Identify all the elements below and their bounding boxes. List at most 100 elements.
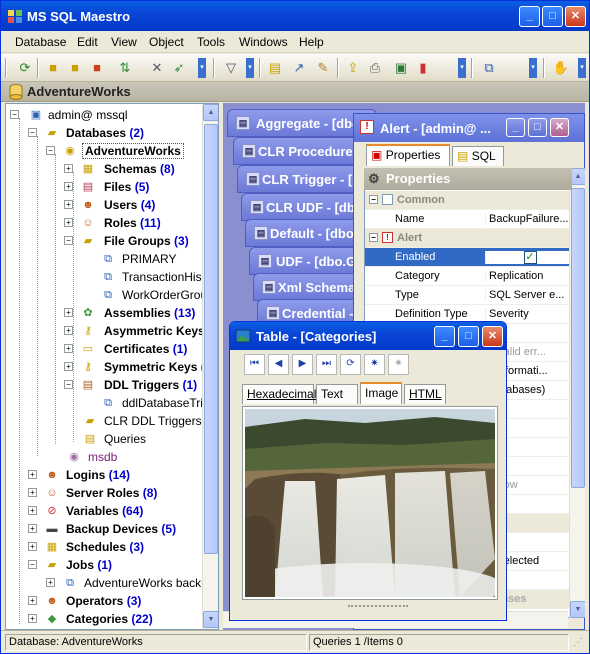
tree-item-backup-devices[interactable]: + ▬ Backup Devices (5): [28, 520, 214, 538]
disconnect-icon[interactable]: ✕: [147, 58, 167, 78]
scroll-up-arrow-icon[interactable]: ▲: [203, 104, 218, 121]
menu-help[interactable]: Help: [299, 35, 324, 49]
expand-toggle[interactable]: +: [28, 506, 37, 515]
tab-hexadecimal[interactable]: Hexadecimal: [242, 384, 316, 404]
toolbar-overflow-chevron[interactable]: ▾: [458, 58, 466, 78]
tab-image[interactable]: Image: [360, 382, 402, 404]
tree-item-files[interactable]: + ▤ Files (5): [64, 178, 214, 196]
property-value[interactable]: Replication: [485, 270, 571, 282]
tree-item-msdb[interactable]: ◉ msdb: [64, 448, 214, 466]
expand-toggle[interactable]: +: [28, 470, 37, 479]
tree-item-operators[interactable]: + ☻ Operators (3): [28, 592, 214, 610]
property-row-type[interactable]: Type SQL Server e...: [365, 286, 571, 305]
tree-item-file-groups[interactable]: − ▰ File Groups (3): [64, 232, 214, 250]
property-row-enabled[interactable]: Enabled ✓: [365, 248, 571, 267]
edit-icon[interactable]: ✎: [313, 58, 333, 78]
tree-item-categories[interactable]: + ◆ Categories (22): [28, 610, 214, 628]
collapse-toggle[interactable]: −: [369, 195, 378, 204]
menu-database[interactable]: Database: [15, 35, 66, 49]
property-row-name[interactable]: Name BackupFailure...: [365, 210, 571, 229]
expand-toggle[interactable]: +: [28, 524, 37, 533]
expand-toggle[interactable]: +: [64, 308, 73, 317]
tree-item-logins[interactable]: + ☻ Logins (14): [28, 466, 214, 484]
menu-object[interactable]: Object: [149, 35, 184, 49]
export-icon[interactable]: ⇪: [343, 58, 363, 78]
scroll-up-arrow-icon[interactable]: ▲: [570, 168, 585, 185]
tree-item-ddldatabasetrigger[interactable]: ⧉ ddlDatabaseTrig: [100, 394, 215, 412]
print-icon[interactable]: ⎙: [365, 58, 385, 78]
refresh-icon[interactable]: ⟳: [340, 354, 361, 375]
expand-toggle[interactable]: +: [28, 488, 37, 497]
tree-item-assemblies[interactable]: + ✿ Assemblies (13): [64, 304, 214, 322]
edit-database-icon[interactable]: ■: [65, 58, 85, 78]
tree-item-adventureworks[interactable]: − ◉ AdventureWorks: [46, 142, 206, 160]
expand-toggle[interactable]: +: [64, 182, 73, 191]
expand-toggle[interactable]: +: [28, 542, 37, 551]
property-value[interactable]: Severity: [485, 308, 571, 320]
tree-item-workordergroup[interactable]: ⧉ WorkOrderGroup: [100, 286, 215, 304]
tree-item-schedules[interactable]: + ▦ Schedules (3): [28, 538, 214, 556]
collapse-toggle[interactable]: −: [10, 110, 19, 119]
first-record-icon[interactable]: ⏮: [244, 354, 265, 375]
plug-icon[interactable]: ➶: [169, 58, 189, 78]
maximize-button[interactable]: □: [542, 6, 563, 27]
collapse-toggle[interactable]: −: [64, 236, 73, 245]
refresh-icon[interactable]: ⟳: [15, 58, 35, 78]
chart-icon[interactable]: ↗: [289, 58, 309, 78]
expand-toggle[interactable]: +: [64, 200, 73, 209]
expand-toggle[interactable]: +: [64, 344, 73, 353]
expand-toggle[interactable]: +: [64, 164, 73, 173]
property-value[interactable]: BackupFailure...: [485, 213, 571, 225]
tree-item-variables[interactable]: + ⊘ Variables (64): [28, 502, 214, 520]
enabled-checkbox[interactable]: ✓: [485, 251, 571, 264]
tab-html[interactable]: HTML: [404, 384, 446, 404]
alert-scrollbar[interactable]: ▲ ▼: [569, 168, 585, 618]
filter-icon[interactable]: ▽: [221, 58, 241, 78]
collapse-toggle[interactable]: −: [64, 380, 73, 389]
menu-edit[interactable]: Edit: [77, 35, 98, 49]
menu-windows[interactable]: Windows: [239, 35, 288, 49]
scroll-down-arrow-icon[interactable]: ▼: [570, 601, 585, 618]
expand-toggle[interactable]: +: [64, 218, 73, 227]
alert-maximize-button[interactable]: □: [528, 118, 547, 137]
tree-item-transactionhistory[interactable]: ⧉ TransactionHisto: [100, 268, 215, 286]
toolbar-overflow-chevron[interactable]: ▾: [198, 58, 206, 78]
new-database-icon[interactable]: ■: [43, 58, 63, 78]
toolbar-overflow-chevron[interactable]: ▾: [529, 58, 537, 78]
tab-properties[interactable]: ▣ Properties: [366, 144, 450, 166]
alert-window-titlebar[interactable]: ! Alert - [admin@ ... _ □ ✕: [354, 114, 584, 142]
scroll-thumb[interactable]: [571, 188, 585, 488]
tree-item-schemas[interactable]: + ▦ Schemas (8): [64, 160, 214, 178]
tree-item-jobs[interactable]: − ▰ Jobs (1): [28, 556, 214, 574]
tree-item-certificates[interactable]: + ▭ Certificates (1): [64, 340, 214, 358]
tree-root[interactable]: − ▣ admin@ mssql: [10, 106, 200, 124]
tree-item-roles[interactable]: + ☺ Roles (11): [64, 214, 214, 232]
expand-toggle[interactable]: +: [28, 596, 37, 605]
last-record-icon[interactable]: ⏭: [316, 354, 337, 375]
tree-item-server-roles[interactable]: + ☺ Server Roles (8): [28, 484, 214, 502]
property-category-alert[interactable]: −! Alert: [365, 229, 571, 248]
expand-toggle[interactable]: +: [64, 326, 73, 335]
menu-view[interactable]: View: [111, 35, 137, 49]
table-close-button[interactable]: ✕: [482, 326, 503, 347]
drop-database-icon[interactable]: ■: [87, 58, 107, 78]
tree-item-symmetric-keys[interactable]: + ⚷ Symmetric Keys (: [64, 358, 214, 376]
property-value[interactable]: SQL Server e...: [485, 289, 571, 301]
property-row-category[interactable]: Category Replication: [365, 267, 571, 286]
tree-item-ddl-triggers[interactable]: − ▤ DDL Triggers (1): [64, 376, 214, 394]
tree-item-primary[interactable]: ⧉ PRIMARY: [100, 250, 215, 268]
toolbar-overflow-chevron[interactable]: ▾: [246, 58, 254, 78]
tree-item-users[interactable]: + ☻ Users (4): [64, 196, 214, 214]
alert-minimize-button[interactable]: _: [506, 118, 525, 137]
scroll-down-arrow-icon[interactable]: ▼: [203, 611, 218, 628]
table-window-titlebar[interactable]: Table - [Categories] _ □ ✕: [230, 322, 506, 350]
tree-item-queries[interactable]: ▤ Queries: [82, 430, 214, 448]
window-icon[interactable]: ⧉: [479, 58, 499, 78]
collapse-toggle[interactable]: −: [28, 560, 37, 569]
prior-record-icon[interactable]: ◀: [268, 354, 289, 375]
tree-item-asymmetric-keys[interactable]: + ⚷ Asymmetric Keys: [64, 322, 214, 340]
object-properties-icon[interactable]: ▤: [265, 58, 285, 78]
options-icon[interactable]: ✋: [551, 58, 571, 78]
collapse-toggle[interactable]: −: [46, 146, 55, 155]
tab-text[interactable]: Text: [316, 384, 358, 404]
